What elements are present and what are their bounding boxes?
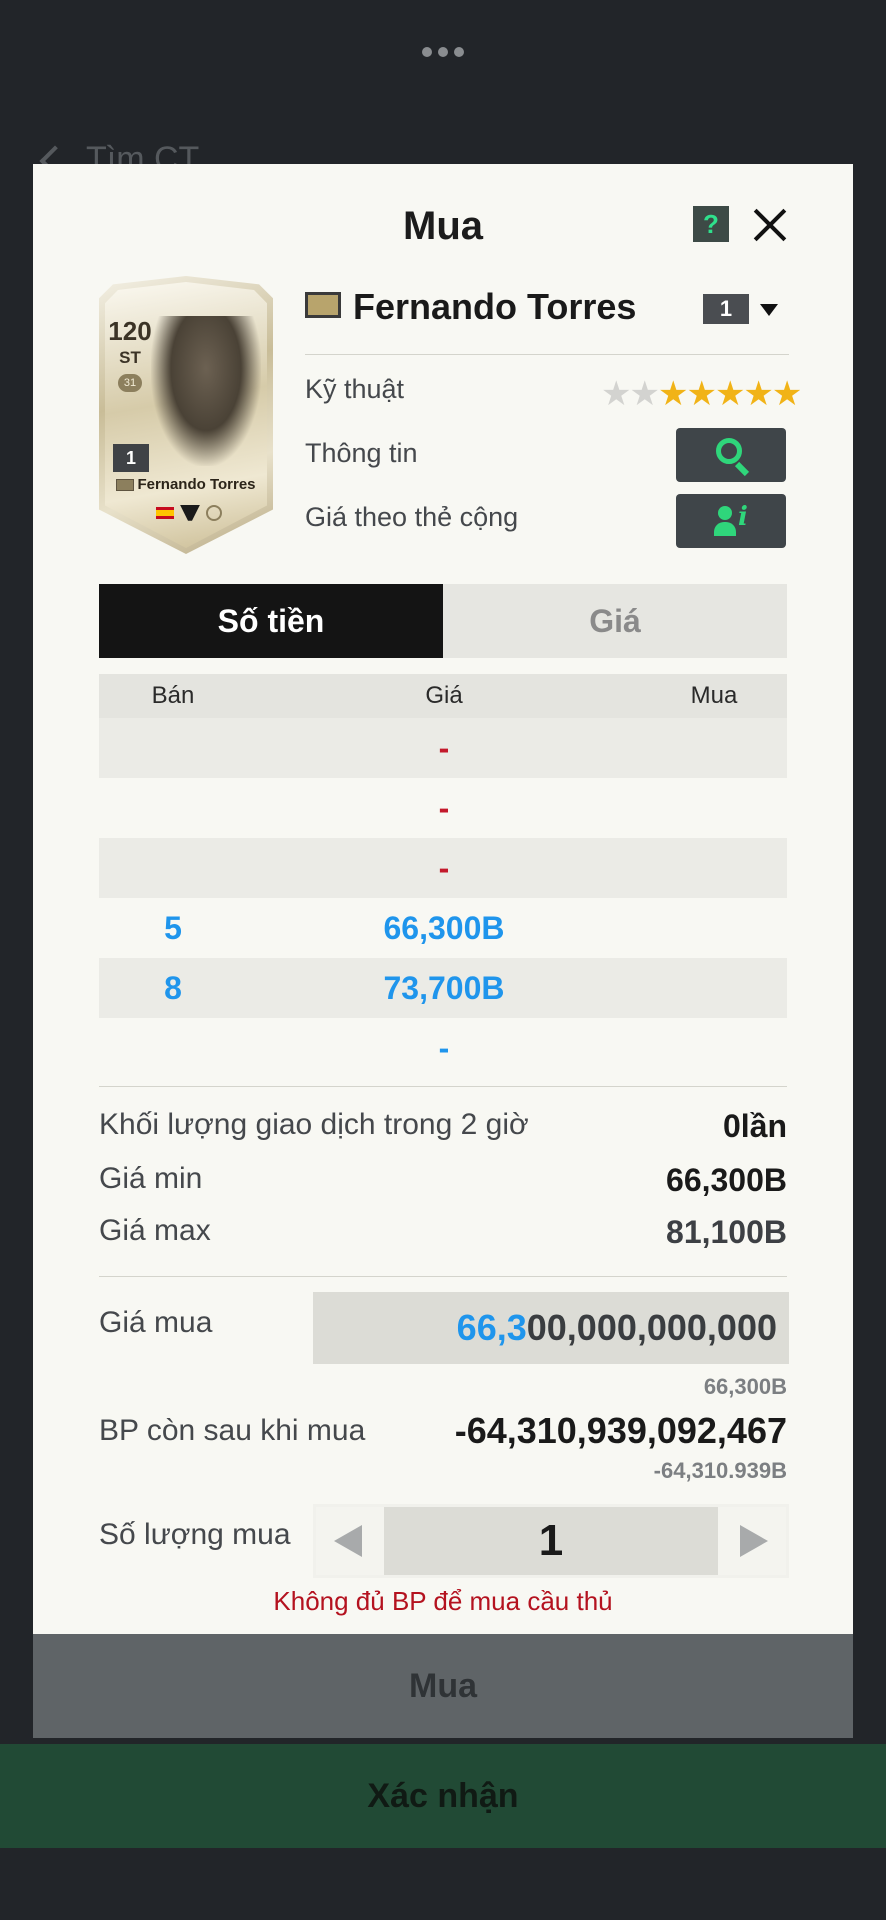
table-header: Bán Giá Mua — [99, 674, 787, 718]
quantity-value: 1 — [538, 1516, 564, 1565]
info-label: Thông tin — [305, 438, 418, 468]
bp-after-value: -64,310,939,092,467 — [454, 1410, 787, 1451]
bp-after-short: -64,310.939B — [653, 1458, 787, 1483]
table-row[interactable]: - — [99, 1018, 787, 1078]
max-price-label: Giá max — [99, 1214, 211, 1247]
upgrade-price-button[interactable]: i — [676, 494, 786, 548]
tab-amount[interactable]: Số tiền — [99, 584, 443, 658]
season-icon — [116, 479, 135, 492]
table-row[interactable]: - — [99, 718, 787, 778]
tab-price[interactable]: Giá — [443, 584, 787, 658]
spain-flag-icon — [156, 506, 174, 519]
chevron-right-icon — [740, 1525, 768, 1557]
search-icon — [716, 438, 742, 464]
help-icon[interactable]: ? — [693, 206, 729, 242]
buy-price-input[interactable]: 66,300,000,000,000 — [313, 1292, 789, 1364]
club-icon — [180, 504, 200, 521]
season-icon — [305, 292, 341, 318]
card-ovr: 120 — [108, 316, 152, 346]
divider — [99, 1276, 787, 1277]
decrease-button[interactable] — [316, 1507, 384, 1575]
star-icon: ★ — [601, 375, 632, 413]
star-icon: ★ — [657, 375, 689, 413]
close-icon[interactable] — [751, 206, 789, 244]
header-buy: Mua — [690, 682, 738, 709]
divider — [305, 354, 789, 355]
error-message: Không đủ BP để mua cầu thủ — [273, 1586, 613, 1616]
icon-badge-icon — [206, 504, 222, 521]
header-price: Giá — [425, 682, 463, 709]
player-card: 120 ST 31 1 Fernando Torres — [99, 276, 273, 554]
buy-price-short: 66,300B — [703, 1374, 787, 1399]
volume-value: 0lần — [722, 1108, 787, 1144]
star-icon: ★ — [629, 375, 660, 413]
card-badge: 31 — [118, 374, 142, 392]
buy-button[interactable]: Mua — [33, 1634, 853, 1738]
header-sell: Bán — [151, 682, 195, 709]
more-options-icon[interactable] — [0, 44, 886, 62]
chevron-down-icon[interactable] — [760, 304, 778, 316]
table-row[interactable]: 5 66,300B — [99, 898, 787, 958]
divider — [99, 1086, 787, 1087]
buy-price-value: 66,300,000,000,000 — [456, 1307, 777, 1348]
person-info-icon — [718, 506, 732, 520]
quantity-label: Số lượng mua — [99, 1518, 291, 1551]
player-info-button[interactable] — [676, 428, 786, 482]
quantity-stepper: 1 — [313, 1504, 789, 1578]
star-icon: ★ — [743, 375, 774, 413]
modal-title: Mua — [403, 204, 483, 248]
card-name: Fernando Torres — [109, 476, 263, 493]
card-position: ST — [119, 348, 141, 367]
price-by-upgrade-label: Giá theo thẻ cộng — [305, 502, 519, 532]
skill-stars: ★★★★★★★ — [601, 374, 803, 414]
buy-price-label: Giá mua — [99, 1306, 213, 1339]
card-level: 1 — [113, 444, 149, 472]
increase-button[interactable] — [718, 1507, 786, 1575]
table-row[interactable]: 8 73,700B — [99, 958, 787, 1018]
max-price-value: 81,100B — [666, 1214, 787, 1250]
card-flags — [139, 504, 239, 522]
skill-label: Kỹ thuật — [305, 374, 405, 404]
star-icon: ★ — [771, 375, 803, 413]
chevron-left-icon — [334, 1525, 362, 1557]
buy-modal: Mua ? 120 ST 31 1 Fernando Torres Fernan… — [33, 164, 853, 1738]
player-photo — [151, 316, 261, 466]
star-icon: ★ — [714, 375, 746, 413]
player-name: Fernando Torres — [353, 286, 637, 327]
volume-label: Khối lượng giao dịch trong 2 giờ — [99, 1108, 529, 1141]
min-price-label: Giá min — [99, 1162, 203, 1195]
star-icon: ★ — [686, 375, 717, 413]
confirm-button[interactable]: Xác nhận — [0, 1744, 886, 1848]
min-price-value: 66,300B — [666, 1162, 787, 1198]
bp-after-label: BP còn sau khi mua — [99, 1414, 366, 1447]
table-row[interactable]: - — [99, 838, 787, 898]
level-selector[interactable]: 1 — [703, 294, 749, 324]
table-row[interactable]: - — [99, 778, 787, 838]
